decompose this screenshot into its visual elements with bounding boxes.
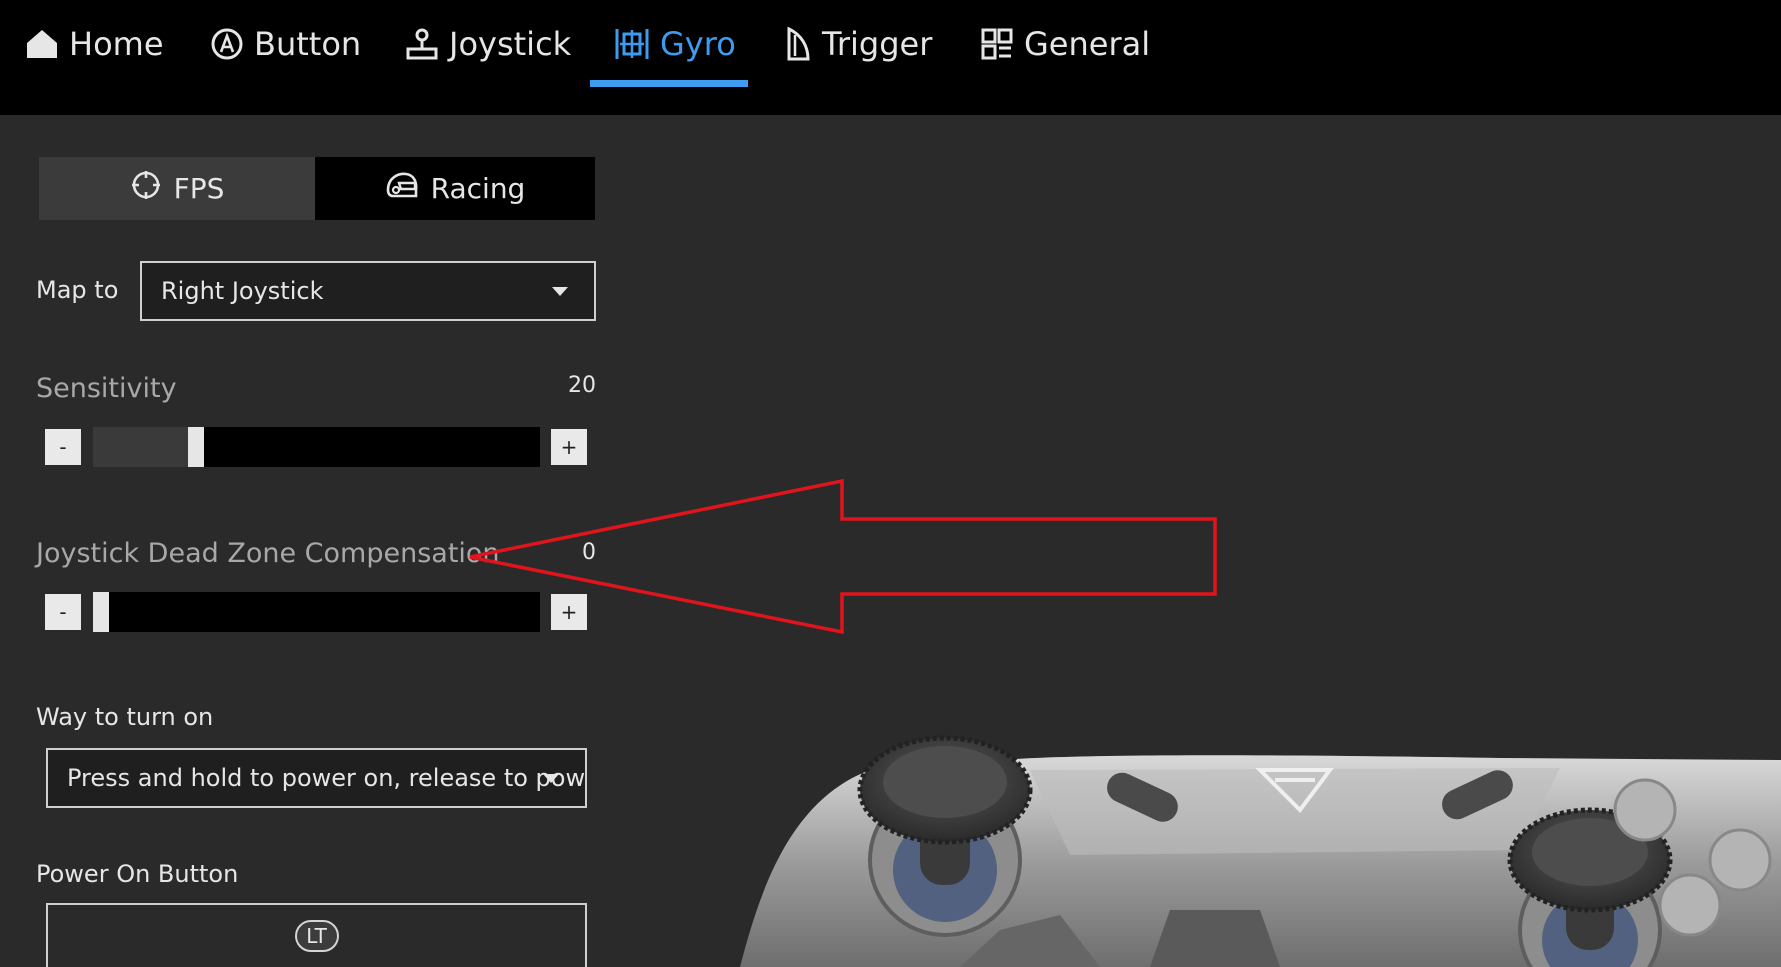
- controller-image: [740, 735, 1781, 967]
